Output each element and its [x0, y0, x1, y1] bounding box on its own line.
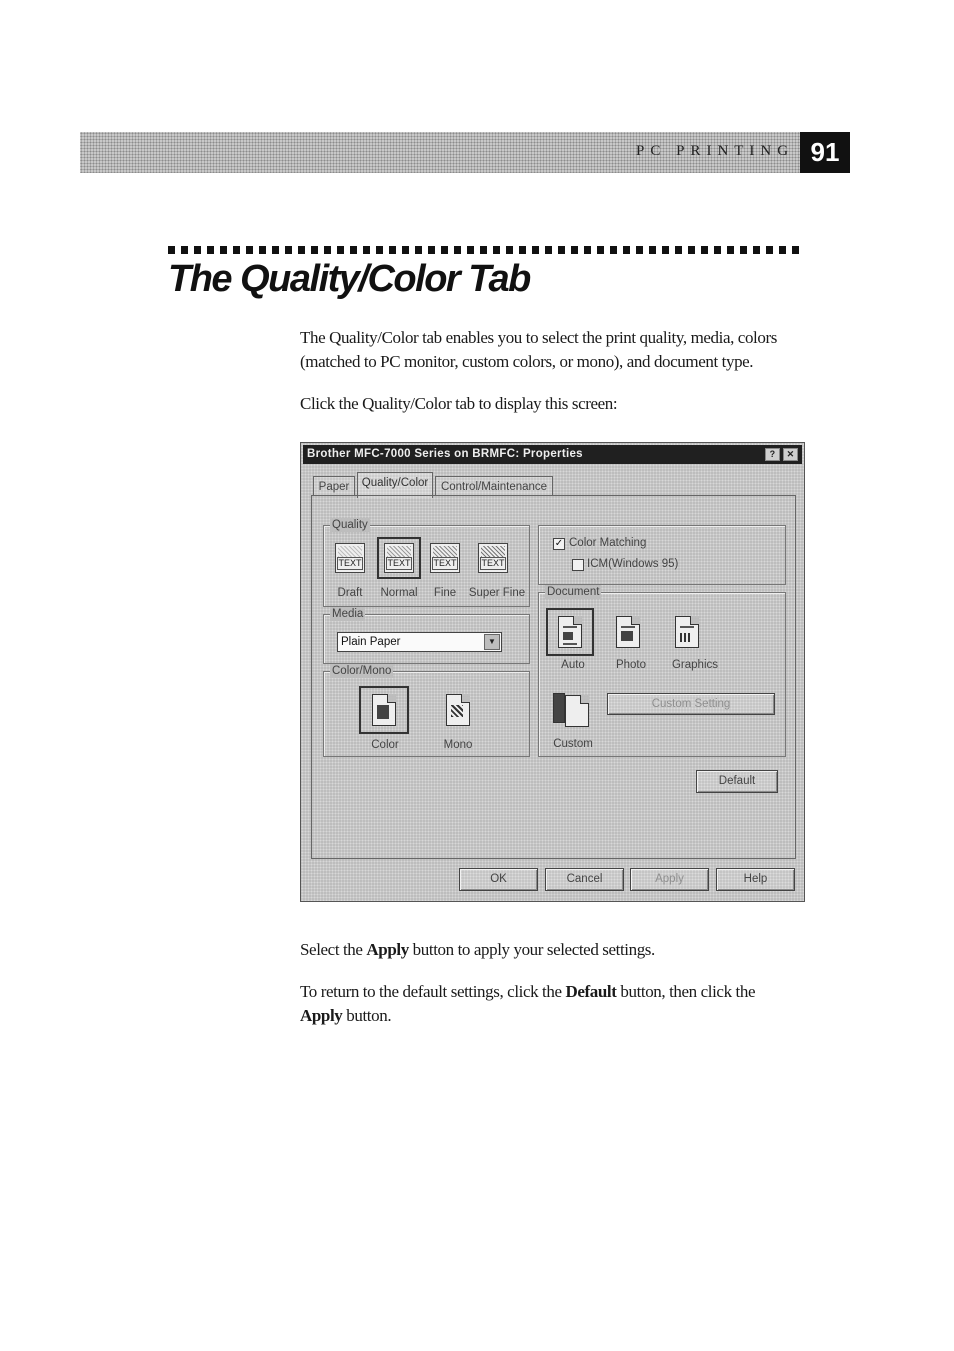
section-label: PC PRINTING — [636, 143, 795, 159]
quality-option-label[interactable]: Draft — [331, 587, 369, 599]
mono-option-label[interactable]: Mono — [438, 739, 478, 751]
icm-checkbox[interactable] — [572, 559, 584, 571]
graphics-document-icon[interactable] — [675, 616, 699, 648]
color-matching-checkbox[interactable]: ✓ — [553, 538, 565, 550]
mono-document-icon[interactable] — [446, 694, 470, 726]
properties-dialog: Brother MFC-7000 Series on BRMFC: Proper… — [300, 442, 805, 902]
color-option-label[interactable]: Color — [365, 739, 405, 751]
custom-setting-button[interactable]: Custom Setting — [607, 693, 775, 715]
color-matching-label: Color Matching — [569, 537, 647, 549]
document-group-label: Document — [545, 585, 602, 599]
apply-button[interactable]: Apply — [630, 868, 709, 891]
page-title: The Quality/Color Tab — [168, 258, 531, 300]
custom-settings-bars-icon — [553, 693, 565, 723]
quality-normal-icon[interactable]: TEXT — [384, 543, 414, 573]
help-icon[interactable]: ? — [765, 448, 780, 461]
apply-paragraph: Select the Apply button to apply your se… — [300, 940, 655, 959]
close-icon[interactable]: ✕ — [783, 448, 798, 461]
quality-fine-icon[interactable]: TEXT — [430, 543, 460, 573]
tab-control-maintenance[interactable]: Control/Maintenance — [435, 476, 553, 496]
media-dropdown-value: Plain Paper — [341, 636, 401, 648]
photo-option-label[interactable]: Photo — [611, 659, 651, 671]
quality-draft-icon[interactable]: TEXT — [335, 543, 365, 573]
auto-document-icon[interactable] — [558, 616, 582, 648]
custom-document-icon[interactable] — [565, 695, 589, 727]
chevron-down-icon[interactable]: ▼ — [484, 634, 500, 650]
quality-option-label[interactable]: Fine — [429, 587, 461, 599]
custom-option-label[interactable]: Custom — [551, 738, 595, 750]
media-dropdown[interactable]: Plain Paper ▼ — [337, 632, 502, 652]
color-mono-group: Color/Mono — [323, 664, 530, 757]
color-mono-group-label: Color/Mono — [330, 664, 394, 678]
cancel-button[interactable]: Cancel — [545, 868, 624, 891]
media-group-label: Media — [330, 607, 366, 621]
page-number: 91 — [800, 132, 850, 173]
ok-button[interactable]: OK — [459, 868, 538, 891]
photo-document-icon[interactable] — [616, 616, 640, 648]
quality-option-label[interactable]: Super Fine — [467, 587, 527, 599]
color-matching-group — [538, 525, 786, 585]
quality-option-label[interactable]: Normal — [377, 587, 421, 599]
help-button[interactable]: Help — [716, 868, 795, 891]
dialog-title: Brother MFC-7000 Series on BRMFC: Proper… — [307, 448, 583, 460]
quality-super-fine-icon[interactable]: TEXT — [478, 543, 508, 573]
dialog-titlebar: Brother MFC-7000 Series on BRMFC: Proper… — [303, 445, 802, 464]
default-button[interactable]: Default — [696, 770, 778, 793]
graphics-option-label[interactable]: Graphics — [665, 659, 725, 671]
intro-paragraph: The Quality/Color tab enables you to sel… — [300, 328, 777, 371]
dotted-rule — [168, 246, 804, 254]
auto-option-label[interactable]: Auto — [553, 659, 593, 671]
color-document-icon[interactable] — [372, 694, 396, 726]
instruction-paragraph: Click the Quality/Color tab to display t… — [300, 394, 618, 413]
tab-paper[interactable]: Paper — [313, 476, 355, 496]
icm-label: ICM(Windows 95) — [587, 558, 679, 570]
default-paragraph: To return to the default settings, click… — [300, 982, 756, 1025]
quality-group-label: Quality — [330, 518, 370, 532]
